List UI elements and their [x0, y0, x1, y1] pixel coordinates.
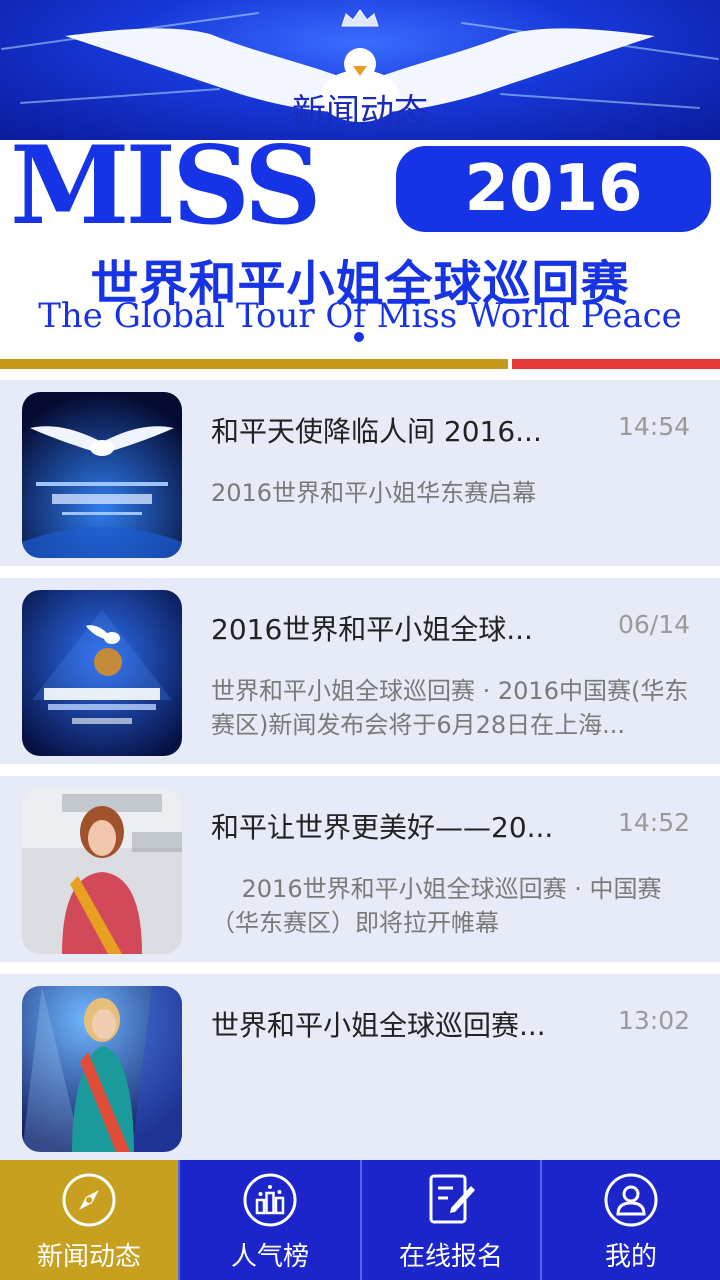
banner-miss-text: MISS: [10, 123, 322, 249]
news-item-title: 和平让世界更美好——20...: [211, 811, 554, 844]
ranking-icon: [243, 1173, 297, 1227]
header-banner[interactable]: 新闻动态 MISS 2016 世界和平小姐全球巡回赛 The Global To…: [0, 0, 720, 370]
news-item-time: 06/14: [617, 610, 690, 639]
news-item[interactable]: 和平天使降临人间 2016... 14:54 2016世界和平小姐华东赛启幕: [0, 380, 720, 566]
news-item[interactable]: 世界和平小姐全球巡回赛... 13:02: [0, 974, 720, 1160]
news-item-summary: 2016世界和平小姐华东赛启幕: [211, 479, 537, 507]
tab-news[interactable]: 新闻动态: [0, 1160, 178, 1280]
edit-form-icon: [429, 1174, 475, 1224]
banner-year-text: 2016: [464, 152, 643, 226]
banner-divider-red: [512, 359, 720, 369]
news-item-time: 14:52: [617, 808, 690, 837]
bottom-navigation: 新闻动态 人气榜 在线报名 我的: [0, 1160, 720, 1280]
tab-ranking-label: 人气榜: [230, 1242, 309, 1272]
news-item-time: 13:02: [617, 1006, 690, 1035]
tab-signup-label: 在线报名: [398, 1242, 503, 1272]
tab-profile-label: 我的: [604, 1242, 657, 1272]
banner-year-badge: 2016: [396, 146, 711, 232]
tab-profile[interactable]: 我的: [540, 1160, 720, 1280]
contestant-stage-photo: [22, 986, 182, 1152]
news-item-title: 2016世界和平小姐全球...: [211, 613, 533, 646]
news-item[interactable]: 2016世界和平小姐全球... 06/14 世界和平小姐全球巡回赛 · 2016…: [0, 578, 720, 764]
tab-ranking[interactable]: 人气榜: [178, 1160, 360, 1280]
news-item-title: 和平天使降临人间 2016...: [211, 415, 542, 448]
news-item-title: 世界和平小姐全球巡回赛...: [211, 1009, 546, 1042]
news-item-time: 14:54: [617, 412, 690, 441]
compass-icon: [62, 1173, 116, 1227]
banner-page-indicator: [354, 332, 364, 342]
banner-divider-gold: [0, 359, 508, 369]
news-item-summary: 世界和平小姐全球巡回赛 · 2016中国赛(华东赛区)新闻发布会将于6月28日在…: [211, 677, 689, 739]
tab-signup[interactable]: 在线报名: [360, 1160, 540, 1280]
banner-english-title: The Global Tour Of Miss World Peace: [38, 296, 682, 336]
news-list[interactable]: 和平天使降临人间 2016... 14:54 2016世界和平小姐华东赛启幕 2…: [0, 370, 720, 1160]
news-item[interactable]: 和平让世界更美好——20... 14:52 2016世界和平小姐全球巡回赛 · …: [0, 776, 720, 962]
dove-globe-image: [22, 590, 182, 756]
tab-news-label: 新闻动态: [36, 1242, 141, 1272]
dove-press-conference-image: [22, 392, 182, 558]
news-item-summary: 2016世界和平小姐全球巡回赛 · 中国赛（华东赛区）即将拉开帷幕: [211, 875, 662, 937]
contestant-photo: [22, 788, 182, 954]
user-icon: [604, 1173, 658, 1227]
